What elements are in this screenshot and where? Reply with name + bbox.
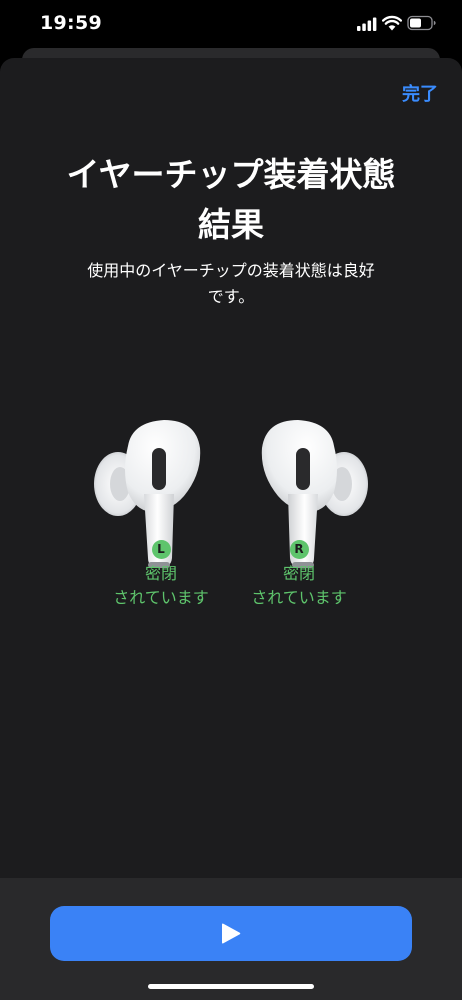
right-result-text: 密閉 されています (251, 564, 347, 607)
wifi-icon (382, 15, 402, 31)
done-button[interactable]: 完了 (402, 80, 438, 106)
left-badge: L (151, 540, 171, 559)
right-badge: R (289, 540, 309, 559)
page-subtitle-text: 使用中のイヤーチップの装着状態は良好 です。 (87, 261, 375, 306)
signal-icon (357, 17, 377, 31)
fit-test-sheet: 完了 イヤーチップ装着状態 結果 使用中のイヤーチップの装着状態は良好 です。 (0, 58, 462, 1000)
right-fit-result: R 密閉 されています (234, 538, 364, 610)
status-bar: 19:59 (0, 0, 462, 50)
page-title: イヤーチップ装着状態 結果 (30, 150, 432, 250)
screen: 19:59 完了 イヤーチップ装着状態 結果 使用中のイヤーチップの装着状態は良… (0, 0, 462, 1000)
battery-icon (407, 15, 436, 31)
play-icon (222, 923, 241, 944)
left-fit-result: L 密閉 されています (96, 538, 226, 610)
page-subtitle: 使用中のイヤーチップの装着状態は良好 です。 (60, 258, 402, 310)
home-indicator (148, 984, 314, 989)
play-button[interactable] (50, 906, 412, 961)
page-title-text: イヤーチップ装着状態 結果 (66, 155, 396, 244)
status-time: 19:59 (40, 12, 102, 34)
left-result-text: 密閉 されています (113, 564, 209, 607)
